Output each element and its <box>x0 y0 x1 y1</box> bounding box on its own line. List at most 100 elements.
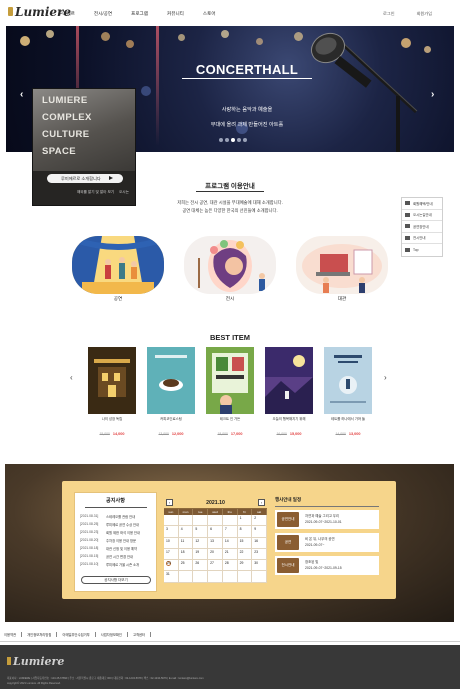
footer-link-terms[interactable]: 이용약관 <box>4 632 23 637</box>
calendar-day[interactable]: 17 <box>164 548 179 561</box>
program-rental-image[interactable] <box>296 236 388 294</box>
culture-card-link[interactable]: 오시는 <box>119 190 129 195</box>
culture-card-link[interactable]: 해외를 알기 및 알아 보기 <box>77 190 114 195</box>
calendar-day[interactable]: 24 <box>164 560 179 572</box>
best-item-title: BEST ITEM <box>209 333 250 342</box>
hero-next-arrow-icon[interactable]: › <box>431 89 434 100</box>
calendar-prev-month-button[interactable]: ‹ <box>166 499 173 506</box>
notice-row[interactable]: [2021.08.20] 주차장 이용 안내 방문 <box>75 536 156 544</box>
calendar-day[interactable]: 4 <box>178 526 194 538</box>
best-next-arrow-icon[interactable]: › <box>384 373 387 382</box>
program-label-rental: 대관 <box>337 296 347 301</box>
calendar-day[interactable]: 7 <box>222 526 238 538</box>
calendar-day[interactable]: 27 <box>208 560 223 572</box>
quick-menu-item[interactable]: 회원혜택/안내 <box>402 198 442 210</box>
footer-logo: Lumiere <box>7 655 64 668</box>
program-performance-image[interactable] <box>72 236 164 294</box>
calendar-next-month-button[interactable]: › <box>258 499 265 506</box>
calendar-day[interactable]: 25 <box>178 560 194 572</box>
login-link[interactable]: 로그인 <box>383 11 395 17</box>
culture-intro-button[interactable]: 루미에르로 소개합니다 <box>47 174 123 183</box>
scroll-top-button[interactable]: Top <box>402 244 442 256</box>
calendar-day <box>208 515 223 527</box>
footer-link-privacy[interactable]: 개인정보처리방침 <box>27 632 58 637</box>
notice-divider <box>84 507 147 508</box>
slider-dot[interactable] <box>231 138 235 142</box>
calendar-day[interactable]: 29 <box>237 560 253 572</box>
footer-link-business-info[interactable]: 사업자정보확인 <box>101 632 128 637</box>
book-card[interactable]: 커피코인로스팅 13,000 12,000 <box>147 347 195 440</box>
calendar-day[interactable]: 8 <box>237 526 253 538</box>
notice-row[interactable]: [2021.08.15] 공연 시간 변경 안내 <box>75 552 156 560</box>
event-item[interactable]: 전시안내 창조된 빛 2021-09-07~2021-09-15 <box>275 556 379 575</box>
notice-text: 공연 시간 변경 안내 <box>106 554 134 559</box>
calendar-day[interactable]: 3 <box>164 526 179 538</box>
calendar-day[interactable]: 1 <box>237 515 253 527</box>
book-card[interactable]: 나의 성장 독립 15,000 14,000 <box>88 347 136 440</box>
quick-menu-item[interactable]: 오시는길안내 <box>402 210 442 221</box>
nav-item-store[interactable]: 스토어 <box>203 11 216 17</box>
nav-item-exhibition[interactable]: 전시/공연 <box>94 11 112 17</box>
notice-row[interactable]: [2021.08.23] 회원 제한 좌석 이용 안내 <box>75 528 156 536</box>
nav-item-about[interactable]: 루미에르 <box>58 11 75 17</box>
event-item[interactable]: 공연 비 온 뒤, 나무의 공연 2021-09-07~ <box>275 533 379 552</box>
footer-link-email-policy[interactable]: 이메일무단수집거부 <box>62 632 96 637</box>
calendar-day[interactable]: 16 <box>252 537 267 549</box>
calendar-day[interactable]: 2 <box>252 515 267 527</box>
nav-item-program[interactable]: 프로그램 <box>131 11 148 17</box>
calendar-day[interactable]: 23 <box>252 548 267 561</box>
culture-card-line: SPACE <box>42 146 77 157</box>
slider-dot[interactable] <box>225 138 229 142</box>
book-card[interactable]: 테크트 인 가든 18,000 17,000 <box>206 347 254 440</box>
calendar-day[interactable]: 20 <box>208 548 223 561</box>
calendar-day-number: 9 <box>254 527 257 532</box>
quick-menu: 회원혜택/안내 오시는길안내 공연장안내 전시안내 Top <box>401 197 443 257</box>
culture-card-line: CULTURE <box>42 129 90 140</box>
calendar-day[interactable]: 5 <box>193 526 209 538</box>
calendar-day[interactable]: 26 <box>193 560 209 572</box>
calendar-day[interactable]: 12 <box>193 537 209 549</box>
calendar-day[interactable]: 28 <box>222 560 238 572</box>
notice-row[interactable]: [2021.08.18] 대관 신청 및 이용 예약 <box>75 544 156 552</box>
quick-menu-item[interactable]: 공연장안내 <box>402 221 442 233</box>
notice-row[interactable]: [2021.08.10] 루미에르 가을 시즌 소개 <box>75 560 156 568</box>
book-title: 커피코인로스팅 <box>160 417 182 421</box>
signup-link[interactable]: 회원가입 <box>417 11 432 17</box>
calendar-day[interactable]: 21 <box>222 548 238 561</box>
util-nav: 로그인 회원가입 <box>361 11 432 17</box>
notice-row[interactable]: [2021.08.31] 스테레오를 관람 안내 <box>75 512 156 520</box>
nav-item-community[interactable]: 커뮤니티 <box>167 11 184 17</box>
calendar-day[interactable]: 10 <box>164 537 179 549</box>
quick-menu-item[interactable]: 전시안내 <box>402 233 442 244</box>
calendar-day[interactable]: 30 <box>252 560 267 572</box>
slider-dot[interactable] <box>219 138 223 142</box>
calendar-day[interactable]: 19 <box>193 548 209 561</box>
membership-icon <box>405 201 410 206</box>
best-prev-arrow-icon[interactable]: ‹ <box>70 373 73 382</box>
slider-dot[interactable] <box>243 138 247 142</box>
calendar-day[interactable]: 22 <box>237 548 253 561</box>
book-card[interactable]: 테트롤 하나에서 가져 들 14,000 13,000 <box>324 347 372 440</box>
calendar-day[interactable]: 15 <box>237 537 253 549</box>
calendar-day[interactable]: 13 <box>208 537 223 549</box>
footer-link-support[interactable]: 고객센터 <box>133 632 152 637</box>
calendar-day <box>237 571 253 583</box>
calendar-day-number: 29 <box>239 561 244 566</box>
hero-prev-arrow-icon[interactable]: ‹ <box>20 89 23 100</box>
notice-row[interactable]: [2021.08.25] 루미에르 공연 수상 안내 <box>75 520 156 528</box>
calendar-day[interactable]: 6 <box>208 526 223 538</box>
calendar-day[interactable]: 14 <box>222 537 238 549</box>
program-exhibition-image[interactable] <box>184 236 276 294</box>
calendar-day[interactable]: 9 <box>252 526 267 538</box>
book-sale-price: 12,000 <box>171 432 184 436</box>
calendar-day-number: 14 <box>224 538 229 543</box>
calendar-day[interactable]: 31 <box>164 571 179 583</box>
event-item[interactable]: 공연안내 자연과 예술 그리고 우리 2021-09-07~2021-10-01 <box>275 510 379 529</box>
slider-dot[interactable] <box>237 138 241 142</box>
calendar-day[interactable]: 11 <box>178 537 194 549</box>
calendar-day[interactable]: 18 <box>178 548 194 561</box>
book-card[interactable]: 오늘의 행복해지기 위해 16,000 15,000 <box>265 347 313 440</box>
book-cover <box>324 347 372 414</box>
notice-more-button[interactable]: 공지사항 더보기 <box>81 576 151 584</box>
event-name: 비 온 뒤, 나무의 공연 <box>305 537 335 541</box>
